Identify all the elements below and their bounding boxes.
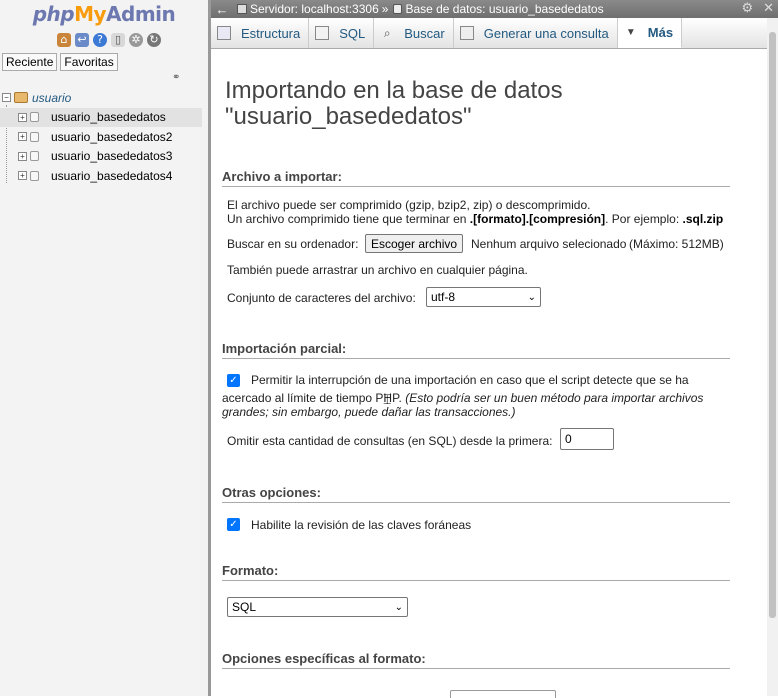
allow-interrupt-label-2: acercado al límite de tiempo PHP. (Esto … (222, 391, 704, 405)
database-icon (30, 112, 39, 123)
database-icon (30, 170, 39, 181)
tab-sql[interactable]: SQL (309, 18, 375, 48)
no-file-selected: Nenhum arquivo selecionado (471, 237, 627, 251)
logout-icon[interactable]: ↩ (75, 33, 89, 47)
navigation-panel: phpMyAdmin ⌂ ↩ ? ▯ ✲ ↻ Reciente Favorita… (0, 0, 208, 696)
expand-icon[interactable]: + (18, 151, 27, 161)
mouse-cursor-icon: ⌶ (383, 391, 392, 407)
tree-item-label: usuario_basededatos (51, 110, 166, 125)
chevron-down-icon: ⌄ (394, 601, 403, 613)
drag-note: También puede arrastrar un archivo en cu… (227, 263, 528, 277)
foreign-key-label[interactable]: Habilite la revisión de las claves forán… (251, 518, 471, 532)
tree-item-usuario-basededatos4[interactable]: + usuario_basededatos4 (0, 166, 208, 186)
recent-tab[interactable]: Reciente (2, 53, 58, 71)
left-arrow-icon[interactable]: ← (213, 2, 231, 17)
tree-root-label: usuario (32, 90, 72, 105)
home-icon[interactable]: ⌂ (57, 33, 71, 47)
breadcrumb-server[interactable]: Servidor: localhost:3306 (250, 2, 379, 16)
query-icon (459, 26, 474, 40)
charset-label: Conjunto de caracteres del archivo: (227, 291, 416, 305)
link-with-main-icon[interactable]: ⚭ (172, 72, 180, 83)
expand-icon[interactable]: + (18, 132, 27, 142)
triangle-down-icon: ▼ (625, 26, 636, 38)
phpmyadmin-logo[interactable]: phpMyAdmin (0, 2, 208, 26)
breadcrumb-separator: » (381, 2, 389, 16)
topbar-actions: ⚙ ✕ (741, 0, 774, 16)
tab-estructura[interactable]: Estructura (211, 18, 310, 48)
docs-icon[interactable]: ▯ (111, 33, 125, 47)
scrollbar-thumb[interactable] (769, 32, 776, 618)
gear-icon[interactable]: ⚙ (741, 0, 753, 16)
main-tabs: Estructura SQL ⌕ Buscar Generar una cons… (211, 18, 767, 49)
format-legend: Formato: (222, 563, 730, 581)
allow-interrupt-label[interactable]: Permitir la interrupción de una importac… (251, 373, 689, 387)
foreign-key-checkbox[interactable]: ✓ (227, 518, 240, 531)
tree-root[interactable]: − usuario (0, 88, 208, 108)
allow-interrupt-label-3: grandes; sin embargo, puede dañar las tr… (222, 405, 516, 419)
database-icon (30, 131, 39, 142)
format-option-control[interactable] (450, 690, 556, 698)
other-options-legend: Otras opciones: (222, 485, 730, 503)
skip-queries-input[interactable] (560, 428, 614, 450)
tab-buscar[interactable]: ⌕ Buscar (374, 18, 454, 48)
main-content: Importando en la base de datos "usuario_… (211, 49, 767, 698)
collapse-icon[interactable]: − (2, 93, 11, 103)
server-breadcrumb-bar: ← Servidor: localhost:3306 » Base de dat… (211, 0, 778, 18)
favorites-tab[interactable]: Favoritas (60, 53, 118, 71)
browse-label: Buscar en su ordenador: (227, 237, 359, 251)
sql-icon (315, 26, 330, 40)
reload-icon[interactable]: ↻ (147, 33, 161, 47)
charset-select[interactable]: utf-8 ⌄ (426, 287, 541, 307)
database-icon (30, 151, 39, 162)
compression-note-2: Un archivo comprimido tiene que terminar… (227, 212, 724, 226)
vertical-scrollbar[interactable] (767, 18, 778, 696)
tree-item-usuario-basededatos3[interactable]: + usuario_basededatos3 (0, 147, 208, 167)
tree-item-usuario-basededatos[interactable]: + usuario_basededatos (0, 107, 202, 127)
quick-icons: ⌂ ↩ ? ▯ ✲ ↻ (57, 33, 161, 47)
recent-favorites-tabs: Reciente Favoritas (2, 53, 118, 71)
max-size: (Máximo: 512MB) (629, 237, 724, 251)
expand-icon[interactable]: + (18, 112, 27, 122)
tree-item-usuario-basededatos2[interactable]: + usuario_basededatos2 (0, 127, 208, 147)
tab-mas[interactable]: ▼ Más (617, 18, 683, 48)
file-section-legend: Archivo a importar: (222, 169, 730, 187)
tree-item-label: usuario_basededatos4 (51, 168, 173, 183)
server-icon (237, 4, 247, 14)
allow-interrupt-checkbox[interactable]: ✓ (227, 374, 240, 387)
structure-icon (217, 26, 231, 40)
database-tree: − usuario + usuario_basededatos + usuari… (0, 88, 208, 186)
database-icon (393, 4, 403, 14)
tree-item-label: usuario_basededatos2 (51, 129, 173, 144)
page-title: Importando en la base de datos "usuario_… (225, 77, 563, 130)
help-icon[interactable]: ? (93, 33, 107, 47)
expand-icon[interactable]: + (18, 171, 27, 181)
settings-gear-icon[interactable]: ✲ (129, 33, 143, 47)
format-options-legend: Opciones específicas al formato: (222, 651, 730, 669)
compression-note: El archivo puede ser comprimido (gzip, b… (227, 198, 591, 212)
chevron-down-icon: ⌄ (527, 291, 536, 303)
breadcrumb-database[interactable]: Base de datos: usuario_basededatos (405, 2, 603, 16)
choose-file-button[interactable]: Escoger archivo (365, 234, 464, 253)
database-group-icon (14, 92, 28, 104)
search-icon: ⌕ (383, 26, 391, 40)
tree-item-label: usuario_basededatos3 (51, 149, 173, 164)
format-select[interactable]: SQL ⌄ (227, 597, 408, 617)
tab-generar-consulta[interactable]: Generar una consulta (454, 18, 618, 48)
partial-section-legend: Importación parcial: (222, 341, 730, 359)
skip-queries-label: Omitir esta cantidad de consultas (en SQ… (227, 434, 553, 448)
close-icon[interactable]: ✕ (763, 0, 774, 16)
